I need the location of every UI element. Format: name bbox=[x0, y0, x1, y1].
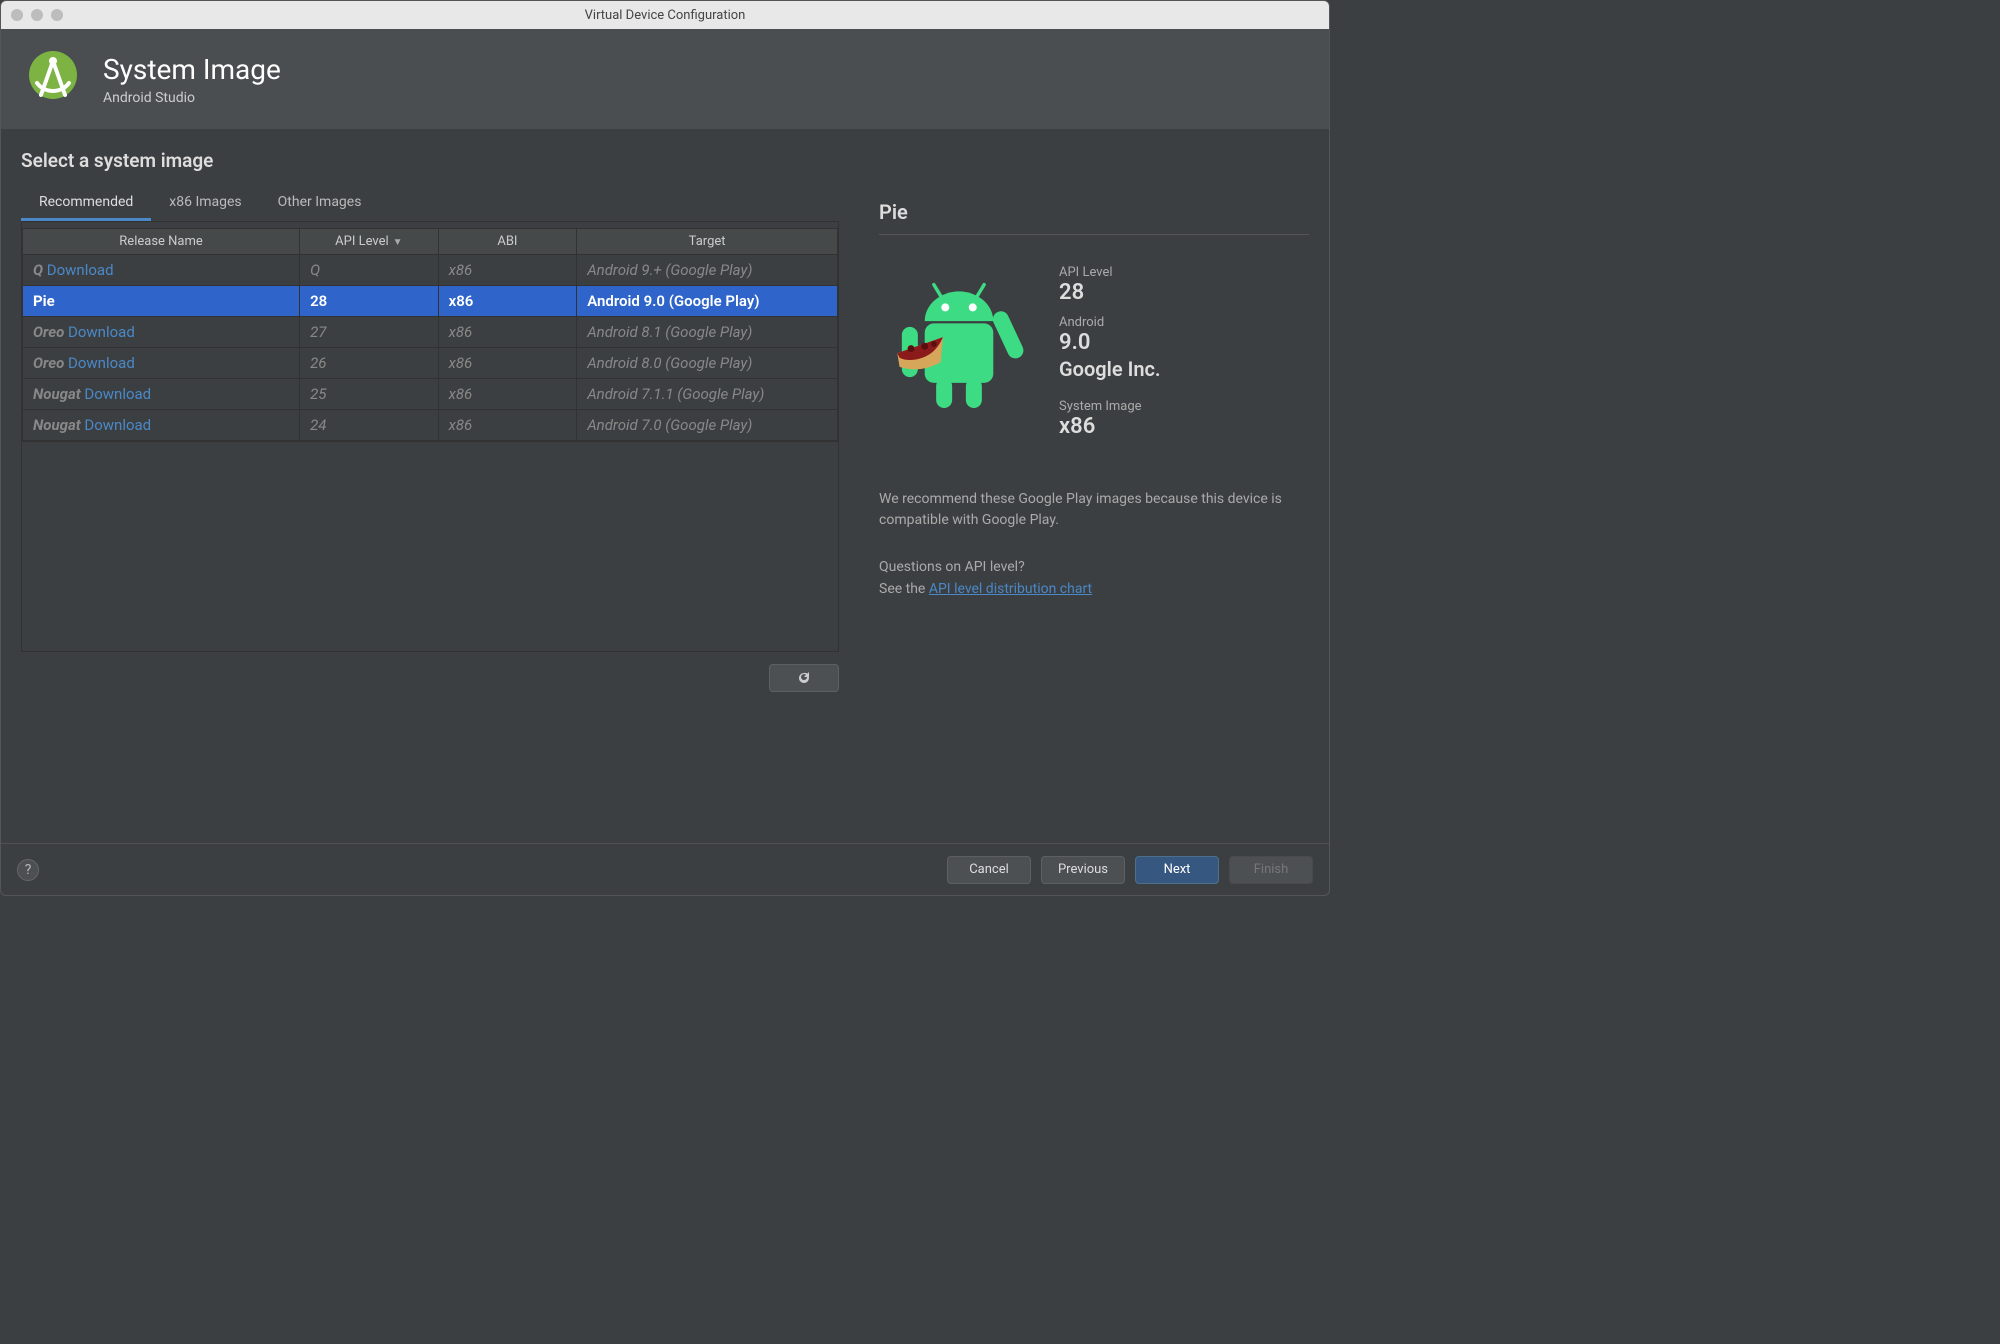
detail-android-label: Android bbox=[1059, 315, 1309, 330]
api-distribution-link[interactable]: API level distribution chart bbox=[929, 581, 1092, 597]
detail-vendor: Google Inc. bbox=[1059, 357, 1309, 381]
detail-api-value: 28 bbox=[1059, 280, 1309, 305]
detail-sysimg-label: System Image bbox=[1059, 399, 1309, 414]
dialog-header: System Image Android Studio bbox=[1, 29, 1329, 129]
cell-release: Pie bbox=[33, 292, 55, 310]
table-row[interactable]: Q Download Q x86 Android 9.+ (Google Pla… bbox=[23, 255, 838, 286]
cell-api: 26 bbox=[300, 348, 439, 379]
finish-button: Finish bbox=[1229, 856, 1313, 884]
divider bbox=[879, 234, 1309, 235]
cell-release: Nougat bbox=[33, 385, 81, 403]
cell-api: 27 bbox=[300, 317, 439, 348]
col-abi[interactable]: ABI bbox=[438, 229, 577, 255]
next-button[interactable]: Next bbox=[1135, 856, 1219, 884]
cell-release: Oreo bbox=[33, 354, 64, 372]
tab-x86-images[interactable]: x86 Images bbox=[151, 186, 259, 221]
titlebar: Virtual Device Configuration bbox=[1, 1, 1329, 29]
cell-abi: x86 bbox=[438, 348, 577, 379]
refresh-button[interactable] bbox=[769, 664, 839, 692]
refresh-icon bbox=[796, 670, 812, 686]
cell-target: Android 7.0 (Google Play) bbox=[577, 410, 838, 441]
cell-abi: x86 bbox=[438, 255, 577, 286]
table-row[interactable]: Oreo Download 26 x86 Android 8.0 (Google… bbox=[23, 348, 838, 379]
col-api-level-label: API Level bbox=[335, 234, 389, 249]
detail-api-label: API Level bbox=[1059, 265, 1309, 280]
see-also: See the API level distribution chart bbox=[879, 581, 1309, 597]
section-title: Select a system image bbox=[21, 149, 1309, 172]
help-button[interactable]: ? bbox=[17, 859, 39, 881]
col-target[interactable]: Target bbox=[577, 229, 838, 255]
cell-api: Q bbox=[300, 255, 439, 286]
download-link[interactable]: Download bbox=[68, 323, 135, 341]
cell-api: 25 bbox=[300, 379, 439, 410]
system-image-table: Release Name API Level ▼ ABI Target Q Dow… bbox=[21, 221, 839, 442]
page-subtitle: Android Studio bbox=[103, 90, 281, 106]
cancel-button[interactable]: Cancel bbox=[947, 856, 1031, 884]
cell-release: Nougat bbox=[33, 416, 81, 434]
cell-abi: x86 bbox=[438, 379, 577, 410]
cell-target: Android 8.0 (Google Play) bbox=[577, 348, 838, 379]
download-link[interactable]: Download bbox=[84, 416, 151, 434]
cell-target: Android 8.1 (Google Play) bbox=[577, 317, 838, 348]
tabs: Recommended x86 Images Other Images bbox=[21, 186, 839, 221]
recommendation-text: We recommend these Google Play images be… bbox=[879, 489, 1309, 531]
table-row[interactable]: Nougat Download 25 x86 Android 7.1.1 (Go… bbox=[23, 379, 838, 410]
details-title: Pie bbox=[879, 200, 1309, 224]
cell-release: Oreo bbox=[33, 323, 64, 341]
cell-abi: x86 bbox=[438, 286, 577, 317]
download-link[interactable]: Download bbox=[84, 385, 151, 403]
cell-target: Android 9.0 (Google Play) bbox=[577, 286, 838, 317]
see-prefix: See the bbox=[879, 581, 929, 597]
table-row[interactable]: Oreo Download 27 x86 Android 8.1 (Google… bbox=[23, 317, 838, 348]
tab-other-images[interactable]: Other Images bbox=[260, 186, 380, 221]
android-studio-logo-icon bbox=[21, 47, 85, 111]
detail-android-value: 9.0 bbox=[1059, 330, 1309, 355]
col-api-level[interactable]: API Level ▼ bbox=[300, 229, 439, 255]
dialog-footer: ? Cancel Previous Next Finish bbox=[1, 843, 1329, 895]
cell-target: Android 9.+ (Google Play) bbox=[577, 255, 838, 286]
cell-abi: x86 bbox=[438, 410, 577, 441]
help-icon: ? bbox=[25, 862, 32, 878]
cell-release: Q bbox=[33, 261, 43, 279]
cell-abi: x86 bbox=[438, 317, 577, 348]
sort-desc-icon: ▼ bbox=[393, 237, 403, 248]
android-pie-icon bbox=[879, 259, 1039, 429]
tab-recommended[interactable]: Recommended bbox=[21, 186, 151, 221]
dialog-window: Virtual Device Configuration System Imag… bbox=[0, 0, 1330, 896]
detail-sysimg-value: x86 bbox=[1059, 414, 1309, 439]
table-row[interactable]: Nougat Download 24 x86 Android 7.0 (Goog… bbox=[23, 410, 838, 441]
table-row[interactable]: Pie 28 x86 Android 9.0 (Google Play) bbox=[23, 286, 838, 317]
download-link[interactable]: Download bbox=[47, 261, 114, 279]
download-link[interactable]: Download bbox=[68, 354, 135, 372]
cell-api: 24 bbox=[300, 410, 439, 441]
question-text: Questions on API level? bbox=[879, 559, 1309, 575]
table-empty-area bbox=[21, 442, 839, 652]
cell-target: Android 7.1.1 (Google Play) bbox=[577, 379, 838, 410]
col-release-name[interactable]: Release Name bbox=[23, 229, 300, 255]
previous-button[interactable]: Previous bbox=[1041, 856, 1125, 884]
cell-api: 28 bbox=[300, 286, 439, 317]
details-panel: Pie bbox=[879, 186, 1309, 823]
window-title: Virtual Device Configuration bbox=[1, 8, 1329, 23]
page-title: System Image bbox=[103, 53, 281, 86]
